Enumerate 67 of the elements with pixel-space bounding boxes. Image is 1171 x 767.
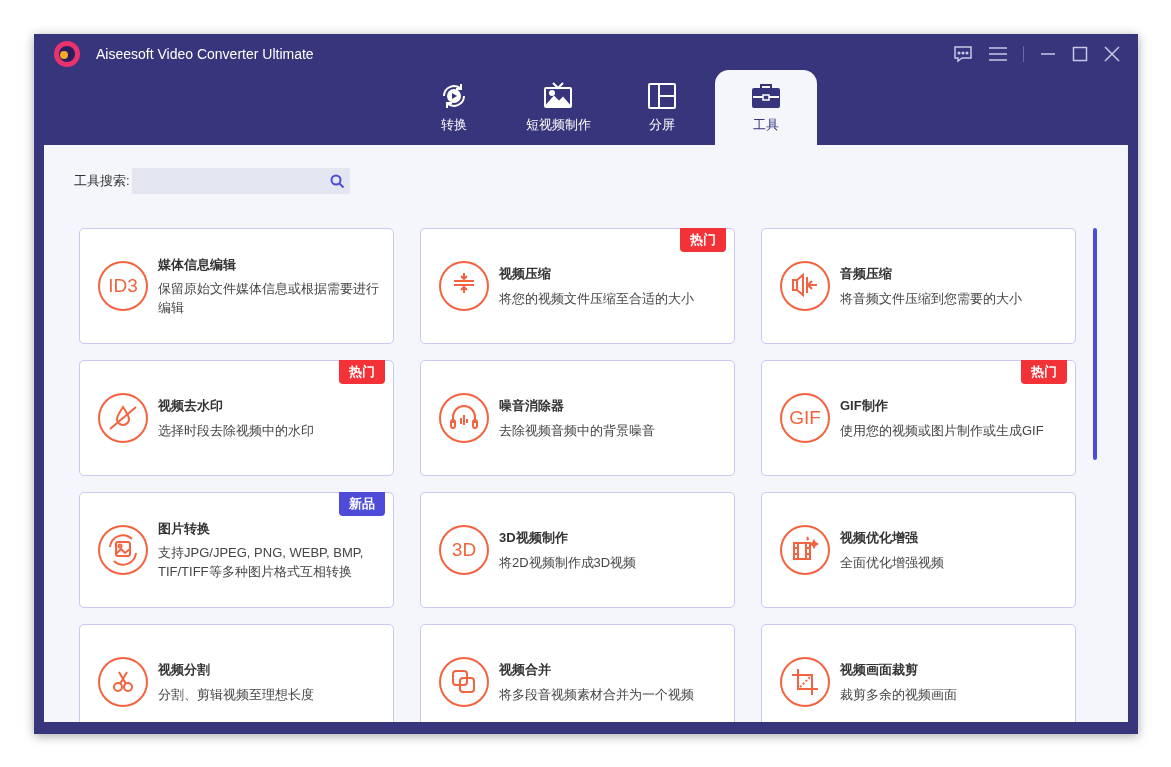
overlap-squares-icon [439,657,489,707]
tool-card[interactable]: 视频优化增强 全面优化增强视频 [761,492,1076,608]
tool-card[interactable]: 噪音消除器 去除视频音频中的背景噪音 [420,360,735,476]
image-rotate-icon [98,525,148,575]
tool-title: 媒体信息编辑 [158,255,237,274]
tab[interactable]: 工具 [715,70,817,145]
tab[interactable]: 分屏 [611,70,713,145]
tool-badge: 热门 [339,360,385,384]
tool-card[interactable]: 3D 3D视频制作 将2D视频制作成3D视频 [420,492,735,608]
tool-icon: ID3 [98,261,148,311]
tool-title: GIF制作 [840,397,889,416]
film-sparkle-icon [780,525,830,575]
search-label: 工具搜索: [74,172,130,191]
tool-badge: 热门 [1021,360,1067,384]
tool-title: 视频优化增强 [840,529,919,548]
search-field[interactable] [131,168,350,194]
tool-title: 噪音消除器 [499,397,565,416]
tool-card[interactable]: 音频压缩 将音频文件压缩到您需要的大小 [761,228,1076,344]
chat-icon[interactable] [953,45,973,63]
tool-badge: 热门 [680,228,726,252]
tab[interactable]: 转换 [403,70,505,145]
tool-card[interactable]: 新品 图片转换 支持JPG/JPEG, PNG, WEBP, BMP, TIF/TIFF等多种图片格式互相转换 [79,492,394,608]
tool-title: 音频压缩 [840,265,893,284]
tool-card[interactable]: 视频分割 分割、剪辑视频至理想长度 [79,624,394,722]
tv-icon [542,80,574,111]
tool-title: 视频画面裁剪 [840,661,919,680]
tool-icon: 3D [439,525,489,575]
app-logo-icon [52,39,82,69]
scissors-icon [98,657,148,707]
maximize-icon[interactable] [1072,46,1088,62]
tool-card[interactable]: 视频画面裁剪 裁剪多余的视频画面 [761,624,1076,722]
tool-title: 视频分割 [158,661,211,680]
tool-description: 裁剪多余的视频画面 [840,685,957,704]
tool-description: 将音频文件压缩到您需要的大小 [840,289,1022,308]
menu-icon[interactable] [989,47,1007,61]
tool-badge: 新品 [339,492,385,516]
split-screen-icon [646,80,678,111]
tool-title: 视频压缩 [499,265,552,284]
tool-card[interactable]: ID3 媒体信息编辑 保留原始文件媒体信息或根据需要进行编辑 [79,228,394,344]
tool-description: 将您的视频文件压缩至合适的大小 [499,289,694,308]
tool-description: 支持JPG/JPEG, PNG, WEBP, BMP, TIF/TIFF等多种图片格式互相转换 [158,544,365,582]
tool-description: 全面优化增强视频 [840,553,944,572]
scrollbar-thumb[interactable] [1093,228,1097,460]
tool-description: 使用您的视频或图片制作或生成GIF [840,421,1044,440]
tool-description: 分割、剪辑视频至理想长度 [158,685,314,704]
tool-title: 3D视频制作 [499,529,569,548]
tool-description: 保留原始文件媒体信息或根据需要进行编辑 [158,280,379,318]
tool-description: 选择时段去除视频中的水印 [158,421,314,440]
tool-title: 图片转换 [158,519,211,538]
crossed-drop-icon [98,393,148,443]
tool-card[interactable]: 视频合并 将多段音视频素材合并为一个视频 [420,624,735,722]
tool-card[interactable]: 热门 GIF GIF制作 使用您的视频或图片制作或生成GIF [761,360,1076,476]
tool-description: 去除视频音频中的背景噪音 [499,421,655,440]
tab[interactable]: 短视频制作 [507,70,609,145]
tool-card[interactable]: 热门 视频去水印 选择时段去除视频中的水印 [79,360,394,476]
crop-icon [780,657,830,707]
tool-icon: GIF [780,393,830,443]
tool-title: 视频去水印 [158,397,224,416]
tool-title: 视频合并 [499,661,552,680]
window-title: Aiseesoft Video Converter Ultimate [96,44,314,64]
headphones-icon [439,393,489,443]
tool-description: 将2D视频制作成3D视频 [499,553,637,572]
close-icon[interactable] [1104,46,1120,62]
search-icon[interactable] [329,173,345,189]
tool-card[interactable]: 热门 视频压缩 将您的视频文件压缩至合适的大小 [420,228,735,344]
tool-description: 将多段音视频素材合并为一个视频 [499,685,694,704]
compress-icon [439,261,489,311]
